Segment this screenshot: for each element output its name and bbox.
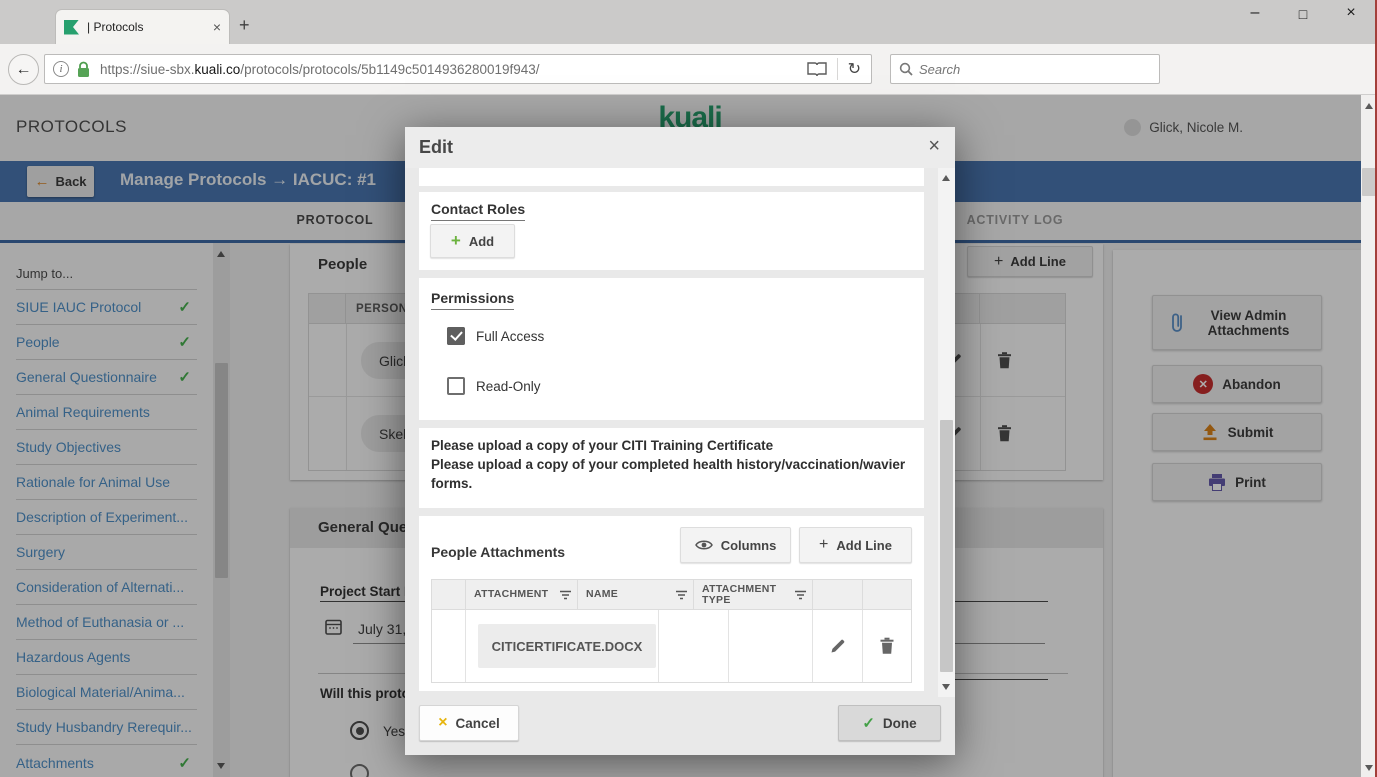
- columns-button[interactable]: Columns: [680, 527, 791, 563]
- browser-tab[interactable]: | Protocols ×: [55, 9, 230, 44]
- upload-note-line2: Please upload a copy of your completed h…: [431, 455, 909, 493]
- urlbar-divider: [837, 58, 838, 80]
- tab-close-icon[interactable]: ×: [213, 19, 221, 35]
- edit-modal: Edit × Contact Roles + Add Permissions F…: [405, 127, 955, 755]
- delete-trash-icon[interactable]: [880, 638, 895, 655]
- contact-roles-section: Contact Roles + Add: [419, 192, 924, 270]
- plus-icon: +: [451, 231, 461, 251]
- col-attachment[interactable]: ATTACHMENT: [466, 580, 578, 609]
- attachment-file-button[interactable]: CITICERTIFICATE.DOCX: [478, 624, 656, 668]
- url-text[interactable]: https://siue-sbx.kuali.co/protocols/prot…: [100, 62, 807, 77]
- reload-icon[interactable]: ↻: [848, 59, 861, 79]
- browser-back-button[interactable]: ←: [8, 54, 39, 85]
- people-attachments-section: People Attachments Columns + Add Line AT…: [419, 516, 924, 691]
- scroll-up-icon[interactable]: [942, 175, 950, 181]
- browser-toolbar: ← i https://siue-sbx.kuali.co/protocols/…: [0, 44, 1377, 95]
- name-cell: [659, 610, 729, 682]
- col-delete: [863, 580, 911, 609]
- browser-window: | Protocols × + – □ × ← i https://siue-s…: [0, 0, 1377, 777]
- modal-close-icon[interactable]: ×: [928, 135, 940, 158]
- window-maximize-button[interactable]: □: [1288, 6, 1318, 22]
- filter-icon[interactable]: [559, 590, 572, 600]
- reader-mode-icon[interactable]: [807, 62, 827, 76]
- modal-scrollbar[interactable]: [938, 168, 955, 697]
- checkbox-read-only[interactable]: [447, 377, 465, 395]
- people-attachments-heading: People Attachments: [431, 544, 565, 560]
- contact-roles-heading: Contact Roles: [431, 201, 525, 221]
- upload-note-line1: Please upload a copy of your CITI Traini…: [431, 436, 911, 455]
- scroll-down-icon[interactable]: [1365, 765, 1373, 771]
- scrollbar-thumb[interactable]: [1362, 168, 1376, 196]
- search-input[interactable]: [919, 62, 1119, 77]
- browser-titlebar: | Protocols × + – □ ×: [0, 0, 1377, 44]
- modal-title: Edit: [419, 137, 453, 158]
- scroll-down-icon[interactable]: [942, 684, 950, 690]
- search-icon: [899, 62, 913, 76]
- site-info-icon[interactable]: i: [53, 61, 69, 77]
- search-box[interactable]: [890, 54, 1160, 84]
- new-tab-button[interactable]: +: [239, 15, 250, 36]
- kuali-favicon-icon: [64, 20, 79, 35]
- scrollbar-thumb[interactable]: [940, 420, 953, 672]
- back-arrow-icon: ←: [16, 61, 32, 79]
- window-minimize-button[interactable]: –: [1240, 4, 1270, 22]
- modal-header: Edit ×: [405, 127, 955, 168]
- col-attachment-type[interactable]: ATTACHMENT TYPE: [694, 580, 813, 609]
- https-lock-icon[interactable]: [77, 61, 90, 78]
- upload-note-section: Please upload a copy of your CITI Traini…: [419, 428, 924, 508]
- plus-icon: +: [819, 536, 828, 554]
- permissions-section: Permissions Full Access Read-Only: [419, 278, 924, 420]
- url-bar[interactable]: i https://siue-sbx.kuali.co/protocols/pr…: [44, 54, 872, 84]
- col-edit: [813, 580, 863, 609]
- done-button[interactable]: ✓ Done: [838, 705, 941, 741]
- cancel-button[interactable]: × Cancel: [419, 705, 519, 741]
- eye-icon: [695, 539, 713, 551]
- checkbox-full-access[interactable]: [447, 327, 465, 345]
- type-cell: [729, 610, 813, 682]
- filter-icon[interactable]: [794, 590, 807, 600]
- col-blank: [432, 580, 466, 609]
- edit-pencil-icon[interactable]: [829, 638, 846, 655]
- contact-roles-add-button[interactable]: + Add: [430, 224, 515, 258]
- permissions-heading: Permissions: [431, 290, 514, 310]
- modal-footer: × Cancel ✓ Done: [405, 697, 955, 755]
- attachments-add-line-button[interactable]: + Add Line: [799, 527, 912, 563]
- attachment-row: CITICERTIFICATE.DOCX: [432, 610, 911, 682]
- col-name[interactable]: NAME: [578, 580, 694, 609]
- checkbox-label: Full Access: [476, 329, 544, 344]
- done-check-icon: ✓: [862, 714, 875, 732]
- cancel-x-icon: ×: [438, 714, 447, 732]
- scrolled-card-fragment: [419, 168, 924, 186]
- filter-icon[interactable]: [675, 590, 688, 600]
- checkbox-label: Read-Only: [476, 379, 541, 394]
- attachments-table: ATTACHMENT NAME ATTACHMENT TYPE: [431, 579, 912, 683]
- window-close-button[interactable]: ×: [1336, 4, 1366, 22]
- scroll-up-icon[interactable]: [1365, 103, 1373, 109]
- tab-title: | Protocols: [87, 20, 205, 34]
